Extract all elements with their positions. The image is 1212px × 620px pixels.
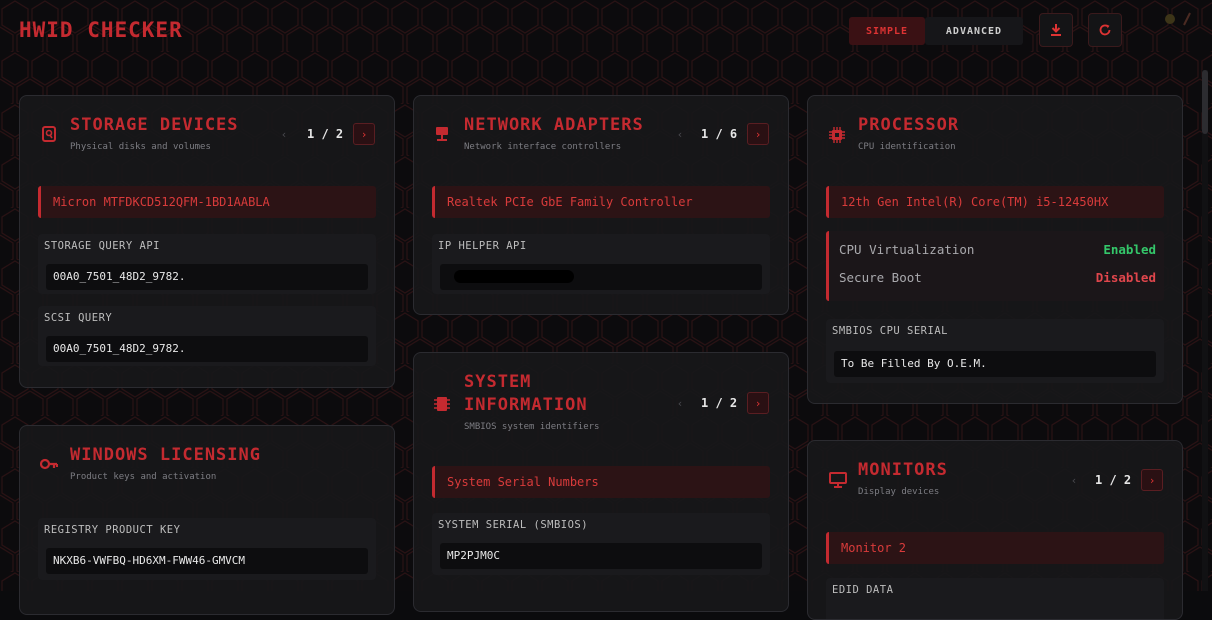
system-next-button[interactable]: › <box>747 392 769 414</box>
processor-title: PROCESSOR <box>858 115 960 135</box>
cpu-virtualization-status: Enabled <box>1103 242 1156 257</box>
network-adapters-subtitle: Network interface controllers <box>464 142 622 152</box>
edid-data-label: EDID DATA <box>832 584 894 596</box>
ip-helper-field: IP HELPER API <box>432 234 770 294</box>
secure-boot-label: Secure Boot <box>839 270 922 285</box>
secure-boot-status: Disabled <box>1095 270 1156 285</box>
cpu-chip-icon <box>829 127 845 143</box>
registry-product-key-field: REGISTRY PRODUCT KEY NKXB6-VWFBQ-HD6XM-F… <box>38 518 376 580</box>
network-prev-button[interactable]: ‹ <box>669 123 691 145</box>
monitors-card: MONITORS Display devices ‹ 1 / 2 › Monit… <box>807 440 1183 620</box>
network-icon <box>436 127 448 141</box>
system-information-title-line1: SYSTEM <box>464 372 532 392</box>
monitors-subtitle: Display devices <box>858 487 940 497</box>
monitors-prev-button[interactable]: ‹ <box>1063 469 1085 491</box>
smbios-cpu-serial-field: SMBIOS CPU SERIAL To Be Filled By O.E.M. <box>826 319 1164 383</box>
ip-helper-label: IP HELPER API <box>438 240 527 252</box>
monitors-pager: 1 / 2 <box>1095 473 1132 487</box>
monitor-name: Monitor 2 <box>826 532 1164 564</box>
hard-drive-icon <box>42 126 56 142</box>
system-section-name: System Serial Numbers <box>432 466 770 498</box>
mode-switch: SIMPLE ADVANCED <box>849 17 1023 45</box>
system-serial-field: SYSTEM SERIAL (SMBIOS) MP2PJM0C <box>432 513 770 575</box>
storage-pager: 1 / 2 <box>307 127 344 141</box>
storage-query-label: STORAGE QUERY API <box>44 240 160 252</box>
windows-licensing-card: WINDOWS LICENSING Product keys and activ… <box>19 425 395 615</box>
system-information-card: SYSTEM INFORMATION SMBIOS system identif… <box>413 352 789 612</box>
download-button[interactable] <box>1039 13 1073 47</box>
system-serial-value[interactable]: MP2PJM0C <box>440 543 762 569</box>
system-serial-label: SYSTEM SERIAL (SMBIOS) <box>438 519 589 531</box>
storage-next-button[interactable]: › <box>353 123 375 145</box>
storage-prev-button[interactable]: ‹ <box>273 123 295 145</box>
storage-devices-title: STORAGE DEVICES <box>70 115 239 135</box>
network-pager: 1 / 6 <box>701 127 738 141</box>
monitors-next-button[interactable]: › <box>1141 469 1163 491</box>
ip-helper-value[interactable] <box>440 264 762 290</box>
smbios-cpu-serial-value[interactable]: To Be Filled By O.E.M. <box>834 351 1156 377</box>
system-prev-button[interactable]: ‹ <box>669 392 691 414</box>
status-indicator-icon <box>1165 14 1175 24</box>
refresh-icon <box>1099 24 1111 36</box>
monitors-title: MONITORS <box>858 460 948 480</box>
simple-mode-button[interactable]: SIMPLE <box>849 17 925 45</box>
scrollbar-thumb[interactable] <box>1202 70 1208 134</box>
network-adapters-card: NETWORK ADAPTERS Network interface contr… <box>413 95 789 315</box>
memory-icon <box>434 397 450 411</box>
network-next-button[interactable]: › <box>747 123 769 145</box>
storage-query-value[interactable]: 00A0_7501_48D2_9782. <box>46 264 368 290</box>
scsi-query-field: SCSI QUERY 00A0_7501_48D2_9782. <box>38 306 376 366</box>
processor-card: PROCESSOR CPU identification 12th Gen In… <box>807 95 1183 404</box>
smbios-cpu-serial-label: SMBIOS CPU SERIAL <box>832 325 948 337</box>
slash-icon <box>1183 12 1191 26</box>
monitor-icon <box>829 472 847 488</box>
page-scrollbar[interactable] <box>1202 70 1208 591</box>
registry-product-key-value[interactable]: NKXB6-VWFBQ-HD6XM-FWW46-GMVCM <box>46 548 368 574</box>
storage-devices-card: STORAGE DEVICES Physical disks and volum… <box>19 95 395 388</box>
network-adapters-title: NETWORK ADAPTERS <box>464 115 644 135</box>
scsi-query-label: SCSI QUERY <box>44 312 113 324</box>
windows-licensing-title: WINDOWS LICENSING <box>70 445 261 465</box>
system-pager: 1 / 2 <box>701 396 738 410</box>
app-title: HWID CHECKER <box>19 18 183 42</box>
storage-query-field: STORAGE QUERY API 00A0_7501_48D2_9782. <box>38 234 376 294</box>
refresh-button[interactable] <box>1088 13 1122 47</box>
registry-product-key-label: REGISTRY PRODUCT KEY <box>44 524 181 536</box>
processor-name: 12th Gen Intel(R) Core(TM) i5-12450HX <box>826 186 1164 218</box>
storage-devices-subtitle: Physical disks and volumes <box>70 142 211 152</box>
advanced-mode-button[interactable]: ADVANCED <box>925 17 1023 45</box>
key-icon <box>40 458 58 470</box>
cpu-virtualization-label: CPU Virtualization <box>839 242 975 257</box>
cpu-features-box: CPU Virtualization Enabled Secure Boot D… <box>826 231 1164 301</box>
processor-subtitle: CPU identification <box>858 142 956 152</box>
network-device-name: Realtek PCIe GbE Family Controller <box>432 186 770 218</box>
storage-device-name: Micron MTFDKCD512QFM-1BD1AABLA <box>38 186 376 218</box>
system-information-title-line2: INFORMATION <box>464 395 588 415</box>
system-information-subtitle: SMBIOS system identifiers <box>464 422 600 432</box>
windows-licensing-subtitle: Product keys and activation <box>70 472 217 482</box>
scsi-query-value[interactable]: 00A0_7501_48D2_9782. <box>46 336 368 362</box>
redacted-mark <box>454 270 574 283</box>
download-icon <box>1051 24 1061 36</box>
edid-data-field: EDID DATA <box>826 578 1164 619</box>
